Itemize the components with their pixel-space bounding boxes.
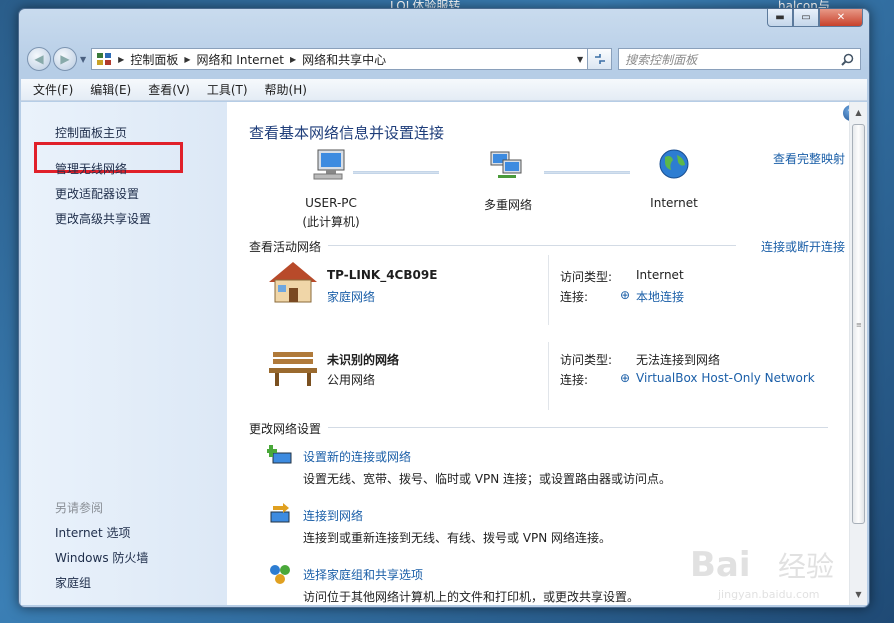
see-also-header: 另请参阅 [55, 501, 104, 515]
task-homegroup-link[interactable]: 选择家庭组和共享选项 [303, 566, 423, 583]
section-divider [328, 245, 736, 246]
watermark-brand: Bai [690, 545, 751, 585]
breadcrumb-sharing-center[interactable]: 网络和共享中心 [302, 51, 386, 68]
sidebar-item-homegroup[interactable]: 家庭组 [55, 574, 91, 591]
new-connection-icon [267, 445, 292, 464]
vertical-scrollbar[interactable]: ▲ ≡ ▼ [849, 102, 867, 605]
content-area: 控制面板主页 管理无线网络 更改适配器设置 更改高级共享设置 另请参阅 Inte… [21, 102, 867, 605]
connection-line [353, 171, 439, 174]
home-network-icon [269, 262, 317, 303]
refresh-icon [594, 54, 605, 64]
pc-subtitle-label: (此计算机) [302, 215, 360, 229]
sidebar-item-home[interactable]: 控制面板主页 [55, 124, 127, 141]
vertical-divider [548, 342, 549, 410]
scrollbar-thumb[interactable]: ≡ [852, 124, 865, 524]
homegroup-icon [270, 565, 290, 584]
connection-value-1[interactable]: 本地连接 [636, 288, 684, 305]
breadcrumb-separator-icon: ▶ [184, 54, 191, 64]
menu-tools[interactable]: 工具(T) [207, 81, 248, 98]
network-category-2: 公用网络 [327, 373, 376, 387]
watermark-brand-suffix: 经验 [778, 550, 835, 583]
maximize-button[interactable]: ▭ [793, 9, 819, 27]
network-name-2: 未识别的网络 [327, 353, 400, 367]
connection-line [544, 171, 630, 174]
recent-pages-dropdown[interactable]: ▼ [80, 55, 86, 64]
close-button[interactable]: ✕ [819, 9, 863, 27]
control-panel-window: ▬ ▭ ✕ ◀ ▶ ▼ ▶ 控制面板 ▶ 网络和 Internet ▶ 网络和共… [18, 8, 870, 608]
connection-label-2: 连接: [560, 373, 589, 387]
menu-help[interactable]: 帮助(H) [265, 81, 307, 98]
connect-disconnect-link[interactable]: 连接或断开连接 [761, 238, 845, 255]
address-dropdown-icon[interactable]: ▼ [577, 55, 583, 64]
forward-button[interactable]: ▶ [53, 47, 77, 71]
view-full-map-link[interactable]: 查看完整映射 [773, 150, 845, 167]
breadcrumb-separator-icon: ▶ [118, 54, 125, 64]
breadcrumb-network-internet[interactable]: 网络和 Internet [196, 51, 283, 68]
connection-value-2[interactable]: VirtualBox Host-Only Network [636, 371, 815, 385]
back-button[interactable]: ◀ [27, 47, 51, 71]
page-title: 查看基本网络信息并设置连接 [249, 124, 445, 142]
ethernet-icon: ⊕ [620, 288, 631, 302]
pc-name-label: USER-PC [305, 196, 357, 210]
grip-icon: ≡ [856, 321, 862, 329]
computer-icon [313, 149, 345, 180]
active-networks-header: 查看活动网络 [249, 240, 322, 254]
breadcrumb-control-panel[interactable]: 控制面板 [130, 51, 178, 68]
sidebar-item-adapter-settings[interactable]: 更改适配器设置 [55, 185, 139, 202]
task-new-connection-link[interactable]: 设置新的连接或网络 [303, 448, 411, 465]
search-icon[interactable] [841, 53, 854, 66]
control-panel-icon [97, 53, 112, 65]
menu-view[interactable]: 查看(V) [148, 81, 190, 98]
multi-network-label: 多重网络 [483, 198, 532, 212]
internet-globe-icon [659, 149, 689, 179]
change-settings-header: 更改网络设置 [249, 422, 322, 436]
sidebar-item-internet-options[interactable]: Internet 选项 [55, 524, 130, 541]
task-homegroup-desc: 访问位于其他网络计算机上的文件和打印机，或更改共享设置。 [303, 590, 640, 604]
menu-file[interactable]: 文件(F) [33, 81, 73, 98]
watermark-url: jingyan.baidu.com [718, 588, 820, 601]
main-panel: ? 查看基本网络信息并设置连接 查看完整映射 USER-PC (此计算机) 多重… [227, 102, 859, 605]
network-name-1: TP-LINK_4CB09E [327, 268, 438, 282]
internet-label: Internet [650, 196, 698, 210]
network-category-1[interactable]: 家庭网络 [327, 288, 375, 305]
breadcrumb-separator-icon: ▶ [289, 54, 297, 64]
sidebar-item-firewall[interactable]: Windows 防火墙 [55, 549, 148, 566]
access-type-label-1: 访问类型: [560, 270, 613, 284]
connect-network-icon [270, 503, 290, 523]
ethernet-icon: ⊕ [620, 371, 631, 385]
menu-edit[interactable]: 编辑(E) [90, 81, 131, 98]
scroll-up-arrow-icon[interactable]: ▲ [850, 104, 867, 121]
menu-bar: 文件(F) 编辑(E) 查看(V) 工具(T) 帮助(H) [21, 79, 867, 101]
multiple-networks-icon [490, 151, 522, 178]
address-row: ◀ ▶ ▼ ▶ 控制面板 ▶ 网络和 Internet ▶ 网络和共享中心 ▼ … [27, 45, 861, 73]
section-divider [328, 427, 828, 428]
vertical-divider [548, 255, 549, 325]
task-connect-link[interactable]: 连接到网络 [303, 507, 363, 524]
sidebar-item-advanced-sharing[interactable]: 更改高级共享设置 [55, 210, 151, 227]
public-network-icon [269, 352, 317, 386]
address-bar[interactable]: ▶ 控制面板 ▶ 网络和 Internet ▶ 网络和共享中心 ▼ [91, 48, 589, 70]
access-type-label-2: 访问类型: [560, 353, 613, 367]
refresh-button[interactable] [588, 48, 613, 70]
search-input[interactable]: 搜索控制面板 [618, 48, 861, 70]
task-connect-desc: 连接到或重新连接到无线、有线、拨号或 VPN 网络连接。 [303, 531, 612, 545]
search-placeholder: 搜索控制面板 [625, 52, 698, 67]
sidebar: 控制面板主页 管理无线网络 更改适配器设置 更改高级共享设置 另请参阅 Inte… [21, 102, 227, 605]
caption-buttons: ▬ ▭ ✕ [767, 9, 863, 27]
sidebar-item-manage-wireless[interactable]: 管理无线网络 [55, 160, 127, 177]
access-type-value-1: Internet [636, 268, 684, 282]
minimize-button[interactable]: ▬ [767, 9, 793, 27]
access-type-value-2: 无法连接到网络 [636, 353, 721, 367]
task-new-connection-desc: 设置无线、宽带、拨号、临时或 VPN 连接；或设置路由器或访问点。 [303, 472, 672, 486]
connection-label-1: 连接: [560, 290, 589, 304]
scroll-down-arrow-icon[interactable]: ▼ [850, 586, 867, 603]
